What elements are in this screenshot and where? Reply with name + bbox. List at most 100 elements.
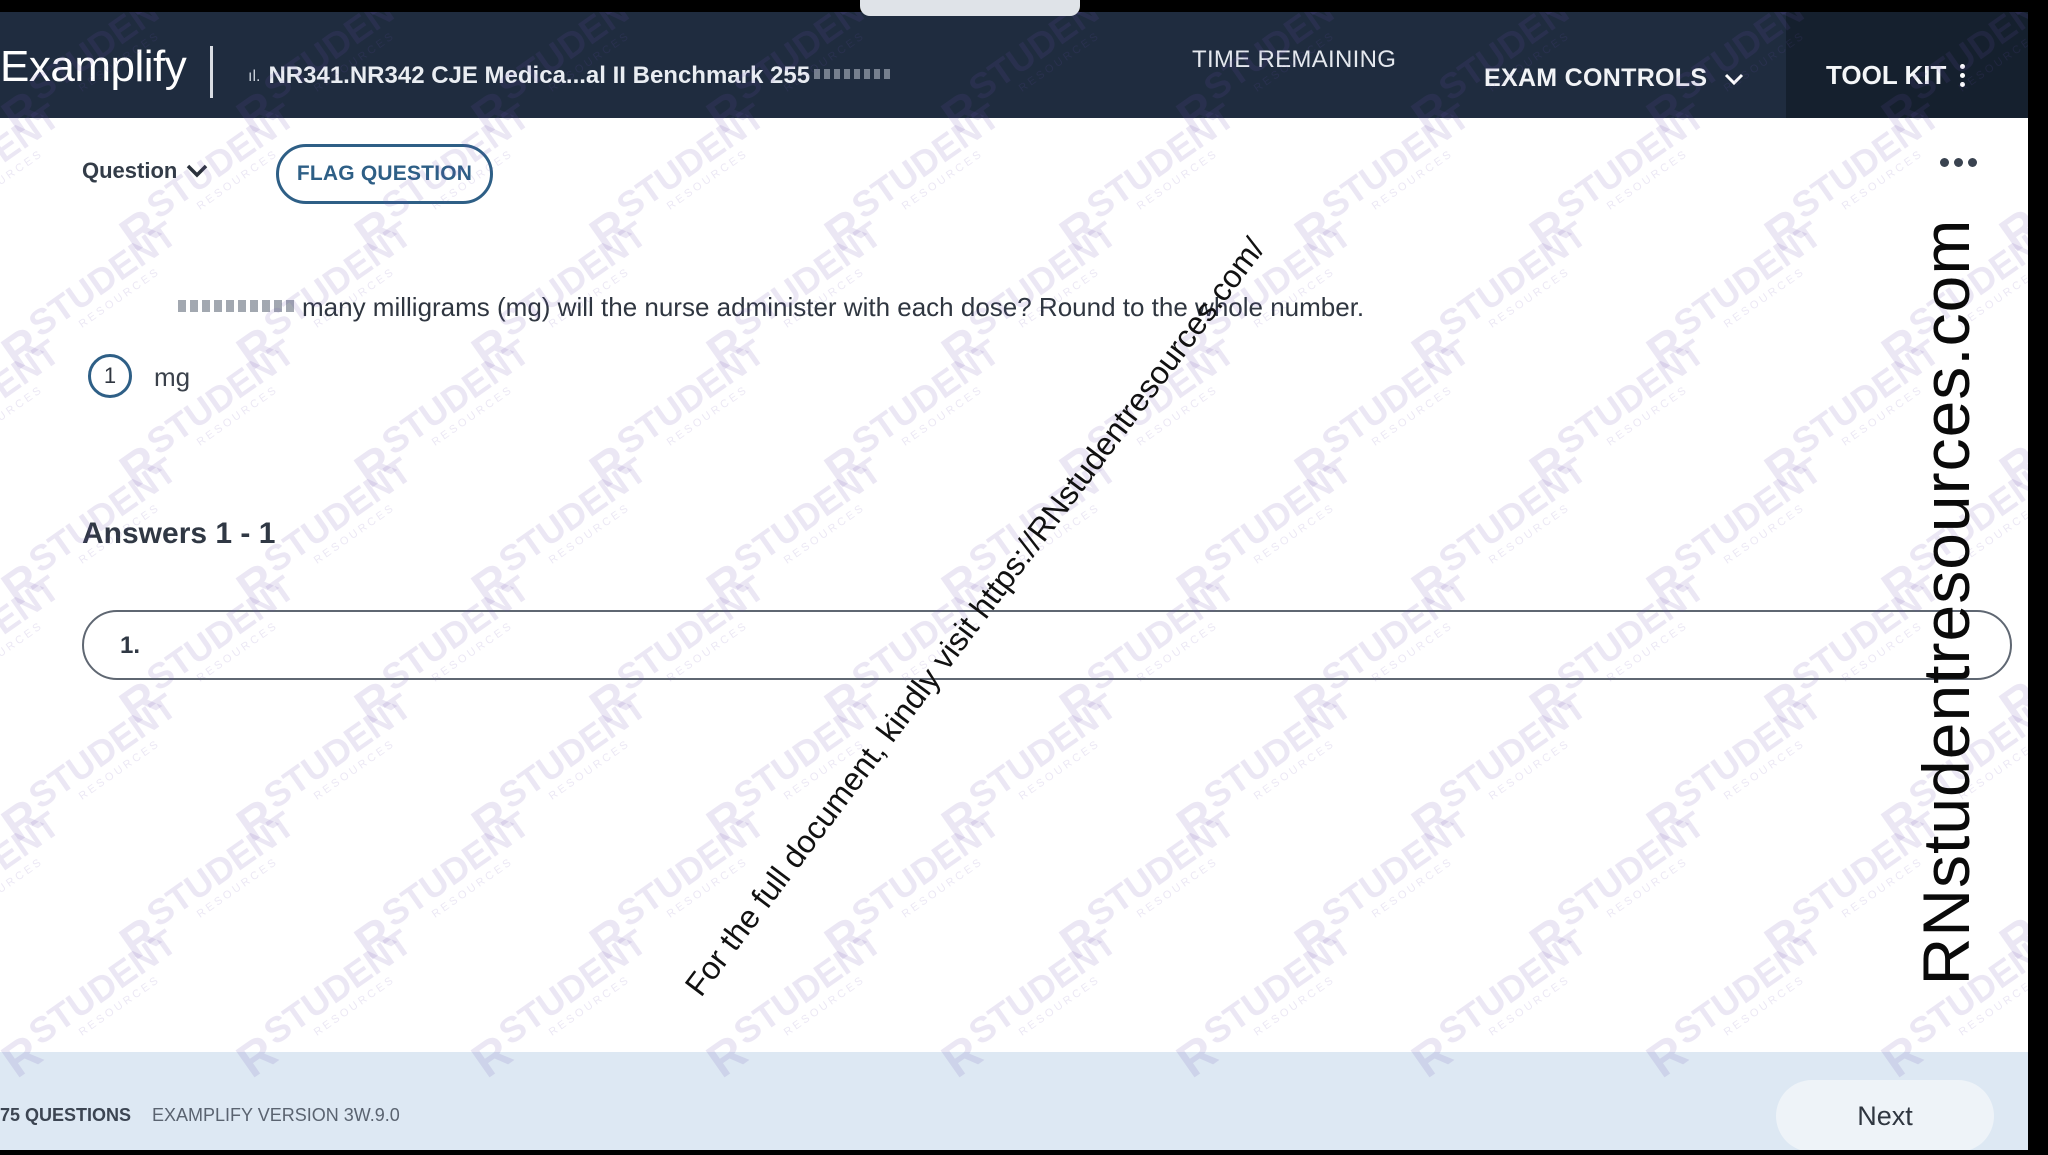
watermark-tile: RSTUDENTRESOURCES [1991, 331, 2028, 498]
svg-text:STUDENT: STUDENT [1196, 685, 1359, 816]
svg-text:R: R [1521, 907, 1580, 970]
watermark-tile: RSTUDENTRESOURCES [933, 685, 1124, 852]
more-options-icon[interactable] [1940, 158, 1977, 167]
flag-question-button[interactable]: FLAG QUESTION [276, 144, 493, 204]
svg-text:RESOURCES: RESOURCES [1840, 147, 1926, 212]
svg-text:STUDENT: STUDENT [491, 685, 654, 816]
svg-text:R: R [1521, 671, 1580, 734]
svg-text:R: R [0, 553, 52, 616]
tool-kit-button[interactable]: TOOL KIT [1826, 60, 1966, 91]
svg-text:RESOURCES: RESOURCES [900, 855, 986, 920]
svg-text:STUDENT: STUDENT [1314, 331, 1477, 462]
svg-text:R: R [933, 789, 992, 852]
svg-text:R: R [1403, 317, 1462, 380]
svg-text:RESOURCES: RESOURCES [782, 973, 868, 1038]
watermark-tile: RSTUDENTRESOURCES [1991, 803, 2028, 970]
svg-text:R: R [1168, 789, 1227, 852]
redacted-text [178, 300, 298, 312]
svg-text:R: R [1756, 671, 1815, 734]
watermark-tile: RSTUDENTRESOURCES [816, 95, 1007, 262]
tool-kit-label: TOOL KIT [1826, 60, 1947, 90]
question-navigator[interactable]: Question [82, 158, 209, 184]
watermark-tile: RSTUDENTRESOURCES [1403, 213, 1594, 380]
blank-number-badge: 1 [88, 354, 132, 398]
svg-text:R: R [581, 435, 640, 498]
svg-text:R: R [1991, 435, 2028, 498]
watermark-tile: RSTUDENTRESOURCES [1286, 803, 1477, 970]
watermark-tile: RSTUDENTRESOURCES [1521, 803, 1712, 970]
svg-text:STUDENT: STUDENT [21, 685, 184, 816]
svg-text:R: R [1638, 317, 1697, 380]
svg-text:STUDENT: STUDENT [961, 685, 1124, 816]
svg-text:STUDENT: STUDENT [2019, 803, 2028, 934]
svg-text:R: R [228, 317, 287, 380]
svg-text:STUDENT: STUDENT [21, 449, 184, 580]
watermark-tile: RSTUDENTRESOURCES [228, 685, 419, 852]
svg-text:STUDENT: STUDENT [961, 921, 1124, 1052]
watermark-tile: RSTUDENTRESOURCES [816, 331, 1007, 498]
svg-text:STUDENT: STUDENT [1431, 213, 1594, 344]
svg-text:RESOURCES: RESOURCES [1487, 737, 1573, 802]
svg-text:RESOURCES: RESOURCES [1252, 973, 1338, 1038]
svg-text:STUDENT: STUDENT [1431, 449, 1594, 580]
svg-text:R: R [346, 671, 405, 734]
watermark-tile: RSTUDENTRESOURCES [1286, 95, 1477, 262]
svg-text:STUDENT: STUDENT [21, 921, 184, 1052]
answer-input-1[interactable] [82, 610, 2012, 680]
svg-text:STUDENT: STUDENT [0, 567, 67, 698]
svg-text:RESOURCES: RESOURCES [312, 737, 398, 802]
svg-text:R: R [1403, 553, 1462, 616]
svg-text:R: R [1756, 199, 1815, 262]
svg-text:RESOURCES: RESOURCES [1017, 737, 1103, 802]
svg-text:RESOURCES: RESOURCES [1135, 147, 1221, 212]
svg-text:R: R [0, 317, 52, 380]
watermark-tile: RSTUDENTRESOURCES [0, 213, 184, 380]
svg-text:STUDENT: STUDENT [0, 331, 67, 462]
chevron-down-icon [187, 164, 208, 178]
watermark-tile: RSTUDENTRESOURCES [111, 331, 302, 498]
chevron-down-icon [1725, 73, 1744, 85]
svg-text:STUDENT: STUDENT [609, 331, 772, 462]
svg-text:STUDENT: STUDENT [1314, 803, 1477, 934]
svg-text:STUDENT: STUDENT [1666, 921, 1829, 1052]
exam-icon: ıl. [248, 68, 261, 85]
svg-text:RESOURCES: RESOURCES [1135, 855, 1221, 920]
time-remaining-label[interactable]: TIME REMAINING [1192, 46, 1396, 74]
svg-text:STUDENT: STUDENT [844, 803, 1007, 934]
svg-text:R: R [228, 553, 287, 616]
svg-text:RESOURCES: RESOURCES [195, 855, 281, 920]
watermark-tile: RSTUDENTRESOURCES [1638, 449, 1829, 616]
svg-text:RESOURCES: RESOURCES [1722, 501, 1808, 566]
exam-controls-menu[interactable]: EXAM CONTROLS [1484, 64, 1745, 93]
next-button[interactable]: Next [1776, 1080, 1994, 1150]
watermark-tile: RSTUDENTRESOURCES [111, 803, 302, 970]
svg-text:RESOURCES: RESOURCES [1370, 147, 1456, 212]
footer-bar [0, 1052, 2028, 1150]
watermark-tile: RSTUDENTRESOURCES [0, 331, 67, 462]
redacted-text [814, 69, 895, 79]
top-bar: Examplify ıl. NR341.NR342 CJE Medica...al… [0, 12, 2028, 118]
svg-text:R: R [1168, 553, 1227, 616]
svg-text:STUDENT: STUDENT [256, 685, 419, 816]
question-count: 75 QUESTIONS [0, 1105, 132, 1125]
svg-text:STUDENT: STUDENT [726, 449, 889, 580]
svg-text:RESOURCES: RESOURCES [77, 737, 163, 802]
svg-text:RESOURCES: RESOURCES [312, 973, 398, 1038]
svg-text:R: R [1051, 907, 1110, 970]
watermark-tile: RSTUDENTRESOURCES [1521, 331, 1712, 498]
svg-text:RESOURCES: RESOURCES [1252, 737, 1338, 802]
watermark-tile: RSTUDENTRESOURCES [1286, 331, 1477, 498]
svg-text:STUDENT: STUDENT [139, 803, 302, 934]
watermark-tile: RSTUDENTRESOURCES [1168, 449, 1359, 616]
watermark-tile: RSTUDENTRESOURCES [581, 331, 772, 498]
app-version: EXAMPLIFY VERSION 3W.9.0 [152, 1105, 400, 1125]
svg-text:STUDENT: STUDENT [21, 213, 184, 344]
watermark-side-text: RNstudentresources.com [1909, 218, 1983, 986]
svg-text:STUDENT: STUDENT [256, 213, 419, 344]
svg-text:R: R [1521, 435, 1580, 498]
watermark-tile: RSTUDENTRESOURCES [1403, 449, 1594, 616]
svg-text:RESOURCES: RESOURCES [430, 383, 516, 448]
svg-text:R: R [816, 907, 875, 970]
svg-text:R: R [1756, 435, 1815, 498]
svg-text:R: R [816, 671, 875, 734]
